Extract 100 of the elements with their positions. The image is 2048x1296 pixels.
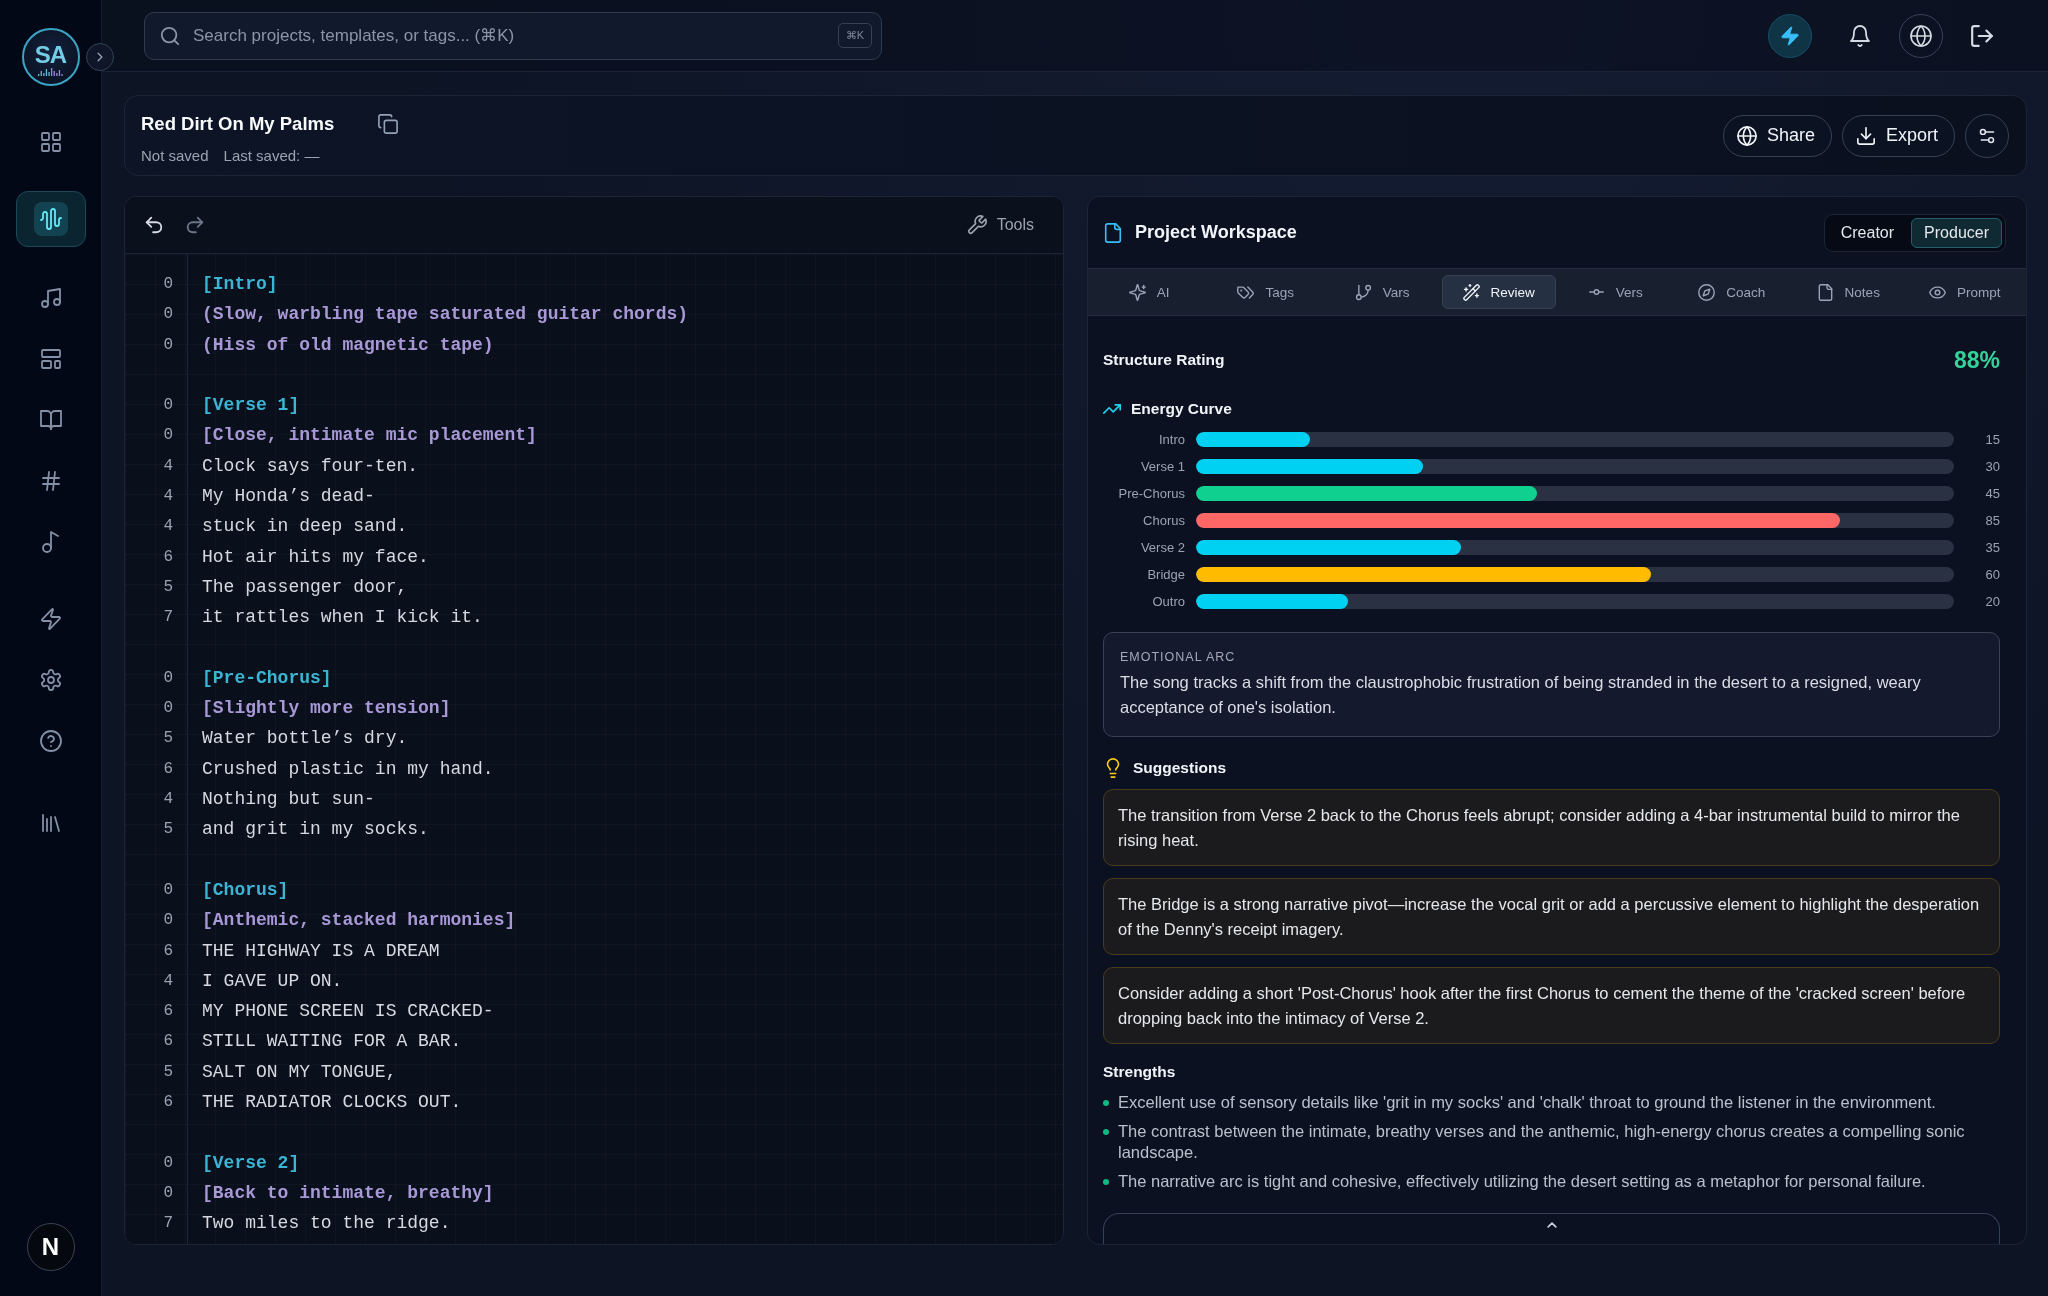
user-avatar[interactable]: N [26,1223,75,1271]
copy-icon [378,114,399,134]
magic-wand-icon [1462,283,1480,301]
syllable-count: 0 [163,699,173,718]
suggestion-card: The transition from Verse 2 back to the Chorus feels abrupt; consider adding a 4-bar instrumental build to mirror the rising heat. [1103,789,2000,866]
lyric-line: Nothing but sun- [202,789,375,810]
syllable-count: 5 [163,1062,173,1081]
section-label: Verse 2 [1139,540,1185,555]
lightning-button[interactable] [1768,13,1812,58]
syllable-count: 4 [163,971,173,990]
performance-note: [Back to intimate, breathy] [202,1182,494,1203]
lyric-line: Crushed plastic in my hand. [202,758,494,779]
syllable-count: 5 [163,729,173,748]
mode-tab[interactable]: Creator [1827,217,1908,248]
eye-icon [1929,283,1946,301]
syllable-count: 4 [163,517,173,536]
lightning-icon [1780,25,1800,46]
undo-icon [144,215,164,235]
lyric-line: My Honda’s dead- [202,486,375,507]
settings-button[interactable] [1965,113,2009,158]
last-saved-time: Last saved: — [223,147,320,165]
syllable-count: 0 [163,880,173,899]
syllable-count: 0 [163,668,173,687]
rating-value: 88% [1953,346,2000,374]
section-label: Bridge [1146,567,1185,582]
globe-icon [1736,125,1757,146]
performance-note: [Slightly more tension] [202,698,451,719]
lyric-line: MY PHONE SCREEN IS CRACKED- [202,1001,494,1022]
suggestion-card: The Bridge is a strong narrative pivot—increase the vocal grit or add a percussive element to highlight the desperation of the Denny's receipt imagery. [1103,878,2000,955]
bell-icon [1849,24,1871,47]
lyric-line: SALT ON MY TONGUE, [202,1061,397,1082]
sparkles-icon [1128,283,1146,301]
grid-icon [39,131,62,153]
bullet-icon [1103,1129,1109,1135]
performance-note: [Anthemic, stacked harmonies] [202,910,516,931]
performance-note: (Slow, warbling tape saturated guitar chords) [202,304,689,325]
layout-icon [39,348,62,370]
redo-icon [185,215,205,235]
copy-button[interactable] [378,114,399,134]
arc-text: The song tracks a shift from the claustrophobic frustration of being stranded in the desert to a resigned, weary acceptance of one's isolation. [1120,672,1922,718]
section-label: Outro [1151,594,1185,609]
syllable-count: 0 [163,1153,173,1172]
syllable-count: 0 [163,396,173,415]
energy-value: 20 [1984,594,2000,609]
section-tag: [Verse 2] [202,1152,300,1173]
syllable-count: 6 [163,547,173,566]
workspace-tab[interactable]: Notes [1791,275,1906,309]
project-title: Red Dirt On My Palms [141,113,335,135]
suggestion-card: Consider adding a short 'Post-Chorus' hook after the first Chorus to cement the theme of the 'cracked screen' before dropping back into the intimacy of Verse 2. [1103,967,2000,1044]
section-heading: Energy Curve [1131,400,1232,418]
workspace-tab[interactable]: Coach [1674,275,1789,309]
section-label: Pre-Chorus [1117,486,1185,501]
lyric-line: and grit in my socks. [202,819,429,840]
workspace-tab[interactable]: Review [1441,275,1556,309]
syllable-count: 4 [163,790,173,809]
section-heading: Strengths [1103,1063,1176,1081]
lyric-line: STILL WAITING FOR A BAR. [202,1031,462,1052]
sidebar-item[interactable] [15,191,86,247]
syllable-count: 5 [163,577,173,596]
lyric-line: it rattles when I kick it. [202,607,483,628]
syllable-count: 0 [163,426,173,445]
file-icon [1103,222,1123,243]
workspace-tab[interactable]: Tags [1208,275,1323,309]
section-tag: [Chorus] [202,879,289,900]
workspace-tab[interactable]: AI [1092,275,1207,309]
app-logo: SA [21,28,80,86]
workspace-tab[interactable]: Vers [1558,275,1673,309]
syllable-count: 6 [163,759,173,778]
lyric-line: The passenger door, [202,576,408,597]
mode-tab[interactable]: Producer [1911,217,2002,248]
strength-text: The narrative arc is tight and cohesive, effectively utilizing the desert setting as a metaphor for personal failure. [1118,1171,1926,1192]
shortcut-hint: ⌘K [837,22,872,48]
syllable-count: 7 [163,1214,173,1233]
energy-value: 45 [1984,486,2000,501]
save-status: Not saved [141,147,209,165]
bullet-icon [1103,1100,1109,1106]
syllable-count: 0 [163,335,173,354]
music-notes-icon [39,287,62,309]
energy-value: 30 [1984,459,2000,474]
export-button[interactable]: Export [1841,114,1955,157]
book-icon [39,409,62,431]
section-tag: [Intro] [202,274,278,294]
wrench-icon [966,215,987,235]
music-note-icon [39,531,62,553]
hash-icon [39,470,62,492]
card-label: EMOTIONAL ARC [1120,649,1237,666]
energy-value: 35 [1984,540,2000,555]
section-heading: Suggestions [1133,759,1226,777]
workspace-tab[interactable]: Prompt [1907,275,2022,309]
lyric-line: Two miles to the ridge. [202,1213,451,1234]
syllable-count: 0 [163,275,173,293]
syllable-count: 4 [163,487,173,506]
tools-button[interactable]: Tools [961,210,1039,240]
download-icon [1855,125,1876,146]
file-icon [1816,283,1834,301]
share-button[interactable]: Share [1722,114,1832,157]
commit-icon [1587,289,1605,295]
workspace-tab[interactable]: Vars [1325,275,1440,309]
library-icon [39,812,62,834]
syllable-count: 0 [163,1183,173,1202]
